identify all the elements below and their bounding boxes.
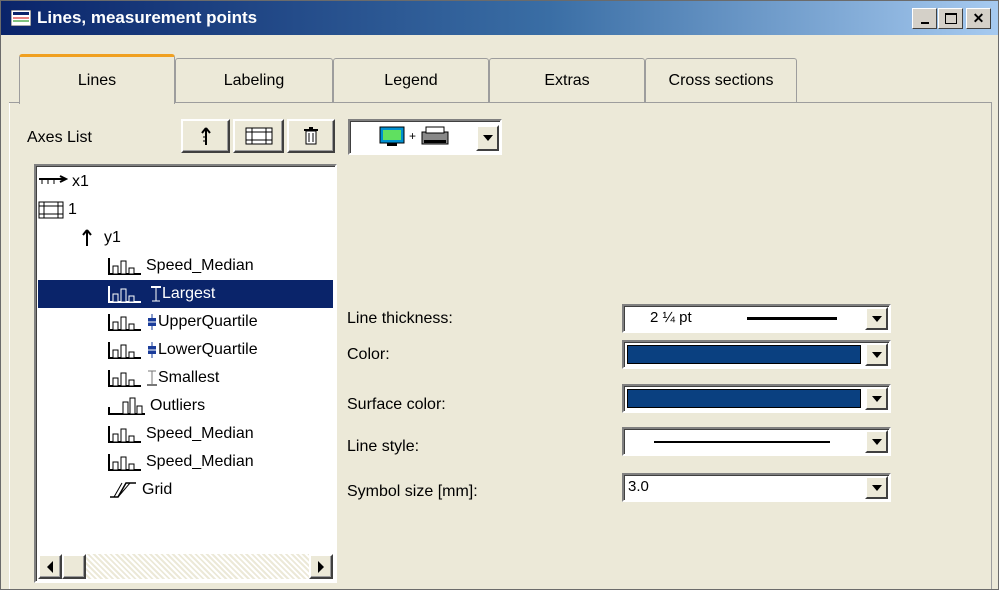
app-icon	[11, 10, 31, 26]
axes-list-label: Axes List	[27, 129, 92, 146]
tree-item-grid[interactable]: Grid	[108, 476, 172, 504]
minimize-button[interactable]	[912, 8, 937, 29]
add-window-button[interactable]	[233, 119, 284, 153]
symbol-size-value: 3.0	[628, 478, 649, 495]
monitor-printer-icon: +	[379, 126, 449, 146]
line-thickness-preview	[747, 317, 837, 320]
tree-item-upper-quartile[interactable]: UpperQuartile	[108, 308, 258, 336]
surface-color-swatch	[627, 389, 861, 408]
output-target-select[interactable]: +	[348, 119, 502, 155]
add-y-axis-button[interactable]	[181, 119, 230, 153]
x-axis-icon	[39, 175, 68, 184]
dropdown-arrow[interactable]	[865, 307, 888, 330]
tree-item-speed-median[interactable]: Speed_Median	[108, 252, 254, 280]
surface-color-label: Surface color:	[347, 396, 446, 413]
trash-icon	[304, 127, 318, 145]
bar-chart-icon	[108, 342, 141, 359]
tab-extras[interactable]: Extras	[489, 58, 645, 103]
color-swatch	[627, 345, 861, 364]
chevron-down-icon	[871, 351, 882, 358]
tree-item-x1[interactable]: x1	[38, 168, 89, 196]
minimize-icon	[920, 21, 929, 24]
y-axis-icon	[200, 127, 211, 145]
line-thickness-label: Line thickness:	[347, 310, 453, 327]
tree-item-lower-quartile[interactable]: LowerQuartile	[108, 336, 258, 364]
symbol-size-combo[interactable]: 3.0	[622, 473, 891, 502]
line-thickness-select[interactable]: 2 ¼ pt	[622, 304, 891, 333]
chevron-down-icon	[482, 135, 493, 141]
scroll-right-button[interactable]	[309, 554, 333, 579]
dropdown-arrow[interactable]	[865, 343, 888, 366]
dropdown-arrow[interactable]	[476, 125, 499, 151]
bar-chart-icon	[108, 370, 141, 387]
delete-button[interactable]	[287, 119, 335, 153]
window-title: Lines, measurement points	[37, 8, 258, 27]
bar-chart-icon	[108, 454, 141, 471]
dropdown-arrow[interactable]	[865, 476, 888, 499]
y-axis-icon	[82, 229, 92, 246]
dropdown-arrow[interactable]	[865, 387, 888, 410]
surface-color-select[interactable]	[622, 384, 891, 413]
tab-lines[interactable]: Lines	[19, 54, 175, 104]
chevron-down-icon	[871, 315, 882, 322]
line-style-preview	[654, 441, 830, 443]
tab-cross-sections[interactable]: Cross sections	[645, 58, 797, 103]
maximize-button[interactable]	[938, 8, 963, 29]
bar-chart-icon	[108, 397, 145, 415]
tree-item-y1[interactable]: y1	[80, 224, 121, 252]
bar-chart-icon	[108, 258, 141, 275]
arrow-right-icon	[318, 560, 324, 573]
box-icon	[148, 342, 156, 358]
arrow-left-icon	[47, 560, 53, 573]
tree-item-largest[interactable]: Largest	[38, 280, 333, 308]
symbol-size-label: Symbol size [mm]:	[347, 483, 478, 500]
dialog-window: Lines, measurement points ✕ Lines Labeli…	[0, 0, 999, 590]
scroll-thumb[interactable]	[62, 554, 86, 579]
bar-chart-icon	[108, 314, 141, 331]
bar-chart-icon	[108, 286, 141, 303]
tree-item-speed-median-2[interactable]: Speed_Median	[108, 420, 254, 448]
tree-item-window-1[interactable]: 1	[38, 196, 77, 224]
axes-tree[interactable]: x1 1 y1 Speed_Median Largest UpperQuarti…	[34, 164, 337, 583]
color-select[interactable]	[622, 340, 891, 369]
whisker-icon	[147, 370, 157, 386]
grid-window-icon	[38, 201, 64, 219]
tab-legend[interactable]: Legend	[333, 58, 489, 103]
whisker-icon	[150, 285, 162, 303]
svg-text:+: +	[409, 129, 416, 143]
tree-item-smallest[interactable]: Smallest	[108, 364, 219, 392]
grid-window-icon	[245, 127, 272, 145]
maximize-icon	[944, 13, 957, 24]
line-style-select[interactable]	[622, 427, 891, 456]
scroll-left-button[interactable]	[38, 554, 62, 579]
line-style-label: Line style:	[347, 438, 420, 455]
color-label: Color:	[347, 346, 390, 363]
tab-labeling[interactable]: Labeling	[175, 58, 333, 103]
title-bar[interactable]: Lines, measurement points ✕	[1, 1, 998, 35]
grid-line-icon	[110, 482, 136, 498]
tree-item-speed-median-3[interactable]: Speed_Median	[108, 448, 254, 476]
close-button[interactable]: ✕	[966, 8, 991, 29]
chevron-down-icon	[871, 484, 882, 491]
chevron-down-icon	[871, 438, 882, 445]
tree-item-outliers[interactable]: Outliers	[108, 392, 205, 420]
chevron-down-icon	[871, 395, 882, 402]
horizontal-scrollbar[interactable]	[38, 554, 333, 579]
dropdown-arrow[interactable]	[865, 430, 888, 453]
box-icon	[148, 314, 156, 330]
close-icon: ✕	[972, 10, 985, 26]
line-thickness-value: 2 ¼ pt	[650, 309, 692, 326]
bar-chart-icon	[108, 426, 141, 443]
